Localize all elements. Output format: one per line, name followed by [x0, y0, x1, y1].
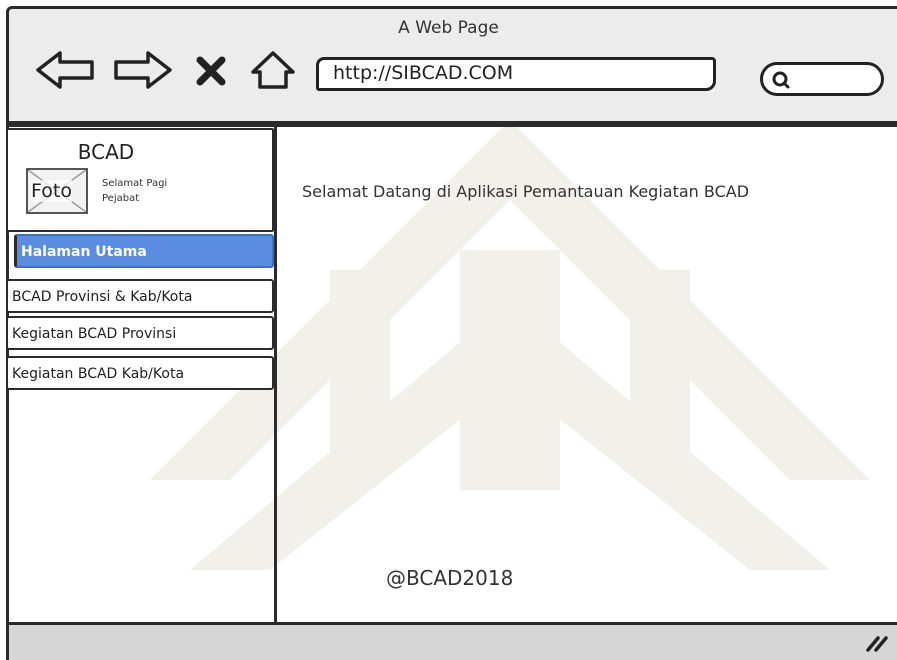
sidebar-item-halaman-utama[interactable]: Halaman Utama: [14, 234, 274, 268]
status-bar: [6, 622, 897, 660]
arrow-right-icon[interactable]: [112, 50, 174, 90]
profile-greeting: Selamat Pagi Pejabat: [102, 176, 167, 206]
sidebar-item-kegiatan-bcad-provinsi[interactable]: Kegiatan BCAD Provinsi: [6, 316, 274, 350]
profile-photo: Foto: [26, 168, 88, 214]
welcome-message: Selamat Datang di Aplikasi Pemantauan Ke…: [302, 182, 750, 201]
home-icon[interactable]: [250, 50, 296, 90]
close-icon[interactable]: [194, 50, 230, 90]
search-icon: [772, 71, 790, 89]
greeting-line: Selamat Pagi: [102, 178, 168, 189]
sidebar-item-kegiatan-bcad-kab-kota[interactable]: Kegiatan BCAD Kab/Kota: [6, 356, 274, 390]
window-title: A Web Page: [398, 18, 499, 38]
footer-text: @BCAD2018: [386, 566, 514, 590]
address-bar[interactable]: http://SIBCAD.COM: [316, 57, 716, 91]
greeting-line: Pejabat: [102, 193, 140, 204]
search-field[interactable]: [760, 62, 884, 96]
profile-title: BCAD: [77, 140, 135, 164]
sidebar-item-bcad-provinsi-kab-kota[interactable]: BCAD Provinsi & Kab/Kota: [6, 279, 274, 313]
arrow-left-icon[interactable]: [34, 50, 98, 90]
photo-label: Foto: [31, 180, 72, 202]
resize-grip-icon[interactable]: [862, 630, 890, 654]
